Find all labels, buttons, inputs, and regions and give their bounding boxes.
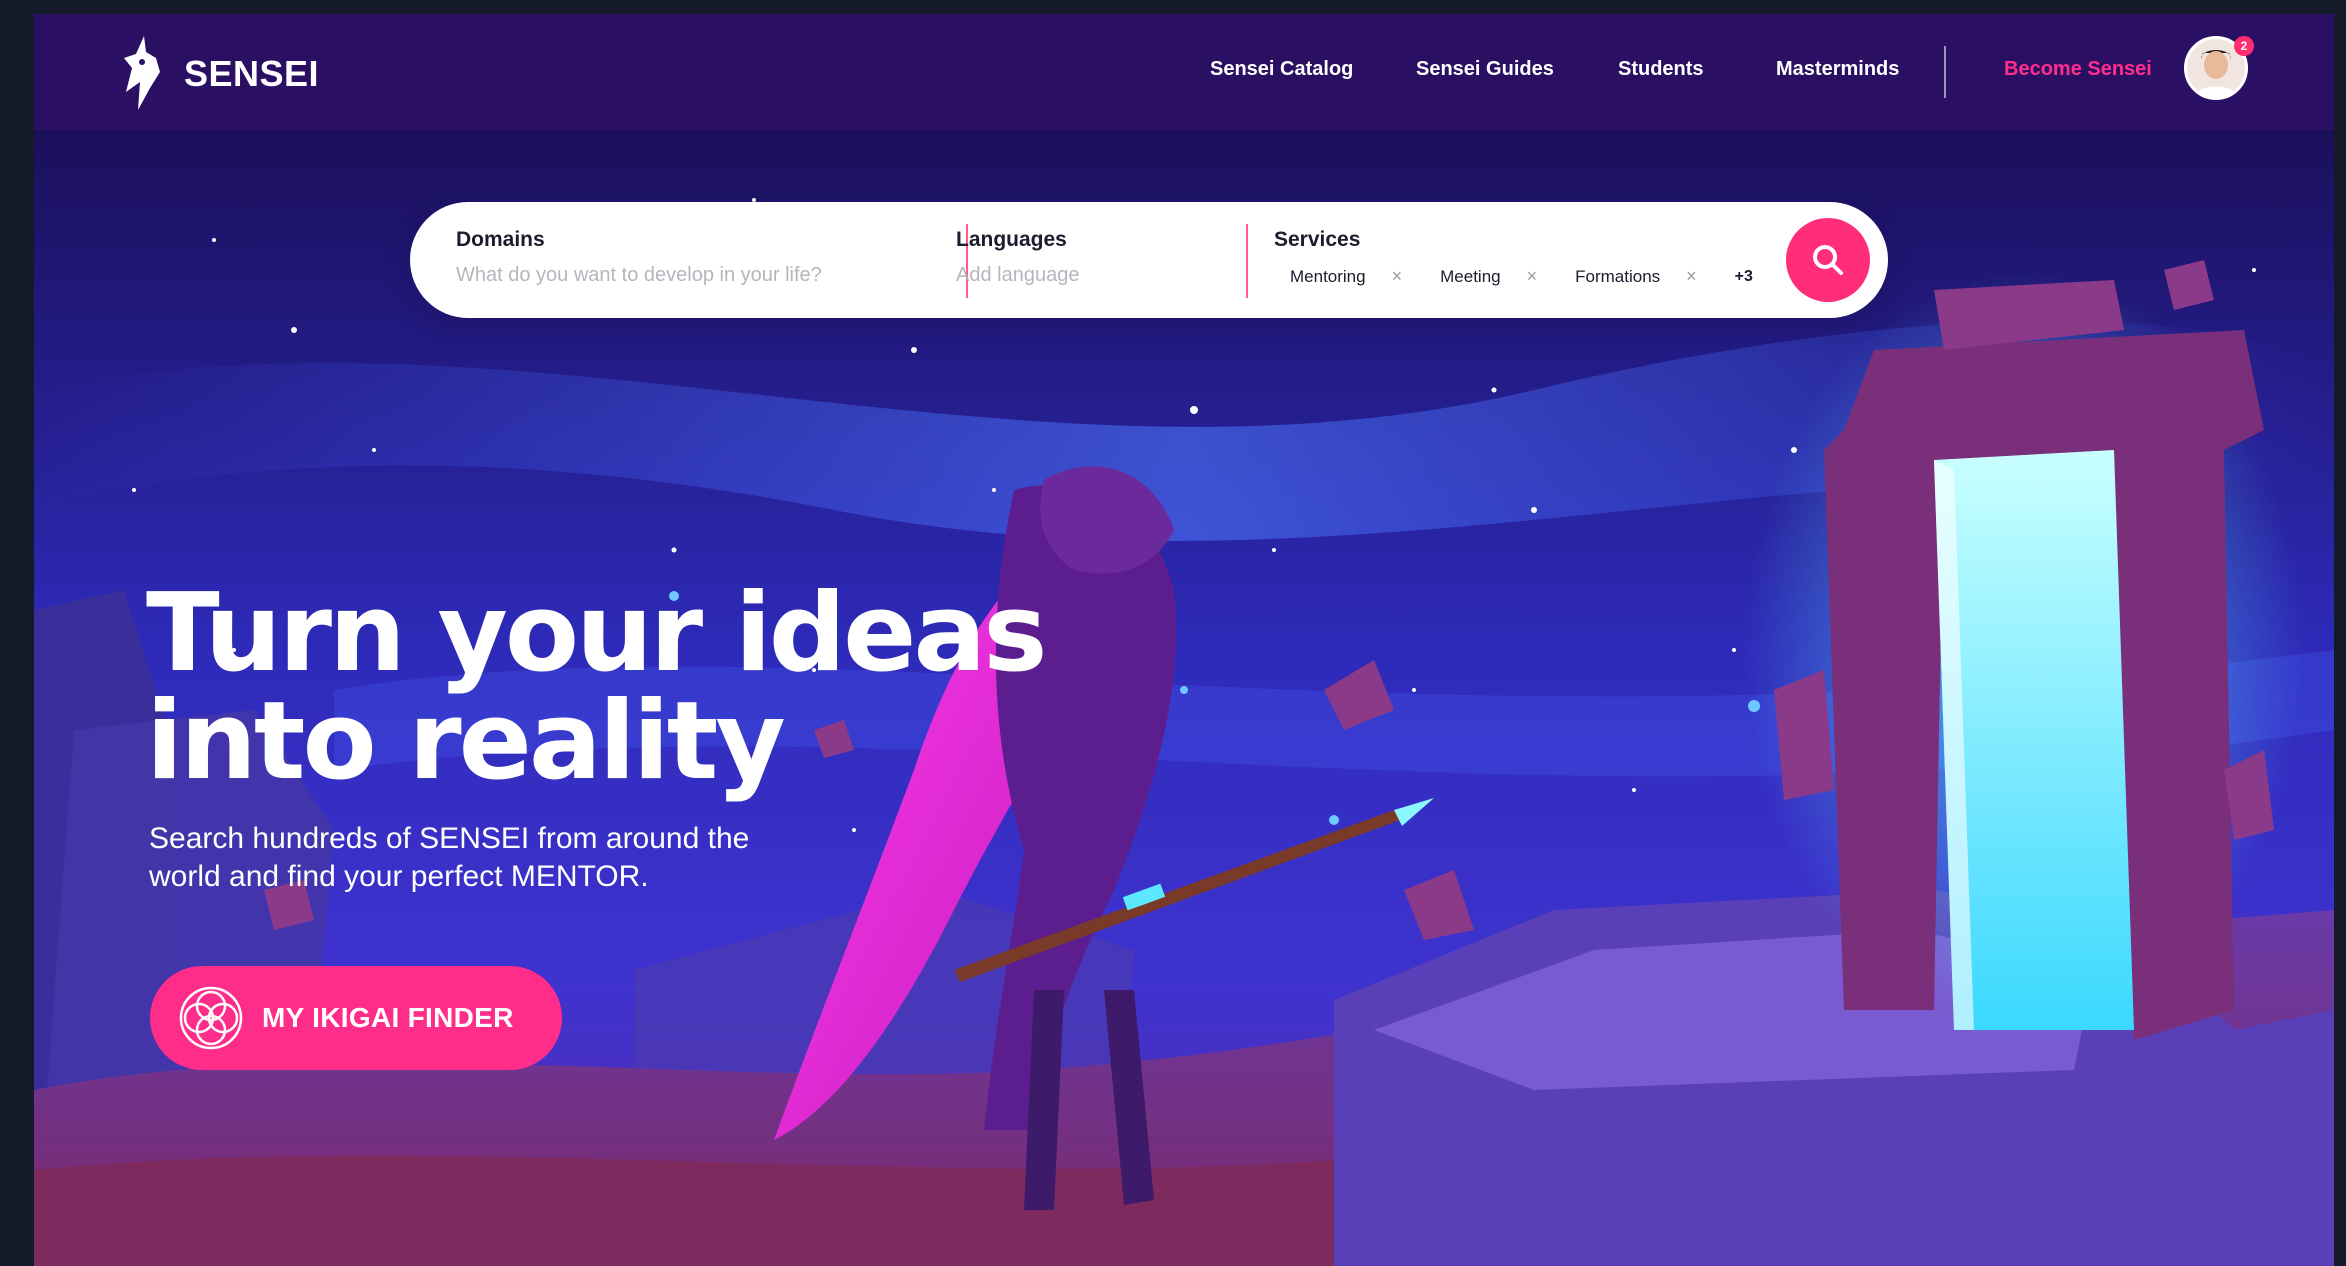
ikigai-finder-button[interactable]: MY IKIGAI FINDER [150, 966, 562, 1070]
search-divider [1246, 224, 1248, 298]
domains-label: Domains [456, 228, 545, 251]
search-icon [1813, 245, 1843, 275]
nav-link-students[interactable]: Students [1618, 58, 1704, 81]
nav-divider [1944, 46, 1946, 98]
search-button[interactable] [1786, 218, 1870, 302]
languages-field: Languages [956, 228, 1186, 287]
domains-input[interactable] [456, 264, 896, 287]
languages-input[interactable] [956, 264, 1156, 287]
chip-meeting[interactable]: Meeting × [1440, 266, 1537, 287]
services-label: Services [1274, 228, 1361, 251]
chip-formations[interactable]: Formations × [1575, 266, 1697, 287]
chip-label: Mentoring [1290, 266, 1366, 286]
chip-mentoring[interactable]: Mentoring × [1290, 266, 1402, 287]
hero-headline: Turn your ideas into reality [146, 571, 1048, 804]
nav-link-sensei-catalog[interactable]: Sensei Catalog [1210, 58, 1353, 81]
nav-link-masterminds[interactable]: Masterminds [1776, 58, 1899, 81]
languages-label: Languages [956, 228, 1067, 251]
close-icon[interactable]: × [1392, 266, 1403, 287]
nav-links: Sensei Catalog Sensei Guides Students Ma… [34, 14, 2334, 130]
ikigai-icon [179, 986, 243, 1050]
hero-subline: Search hundreds of SENSEI from around th… [149, 822, 750, 893]
chip-label: Meeting [1440, 266, 1501, 286]
app-frame: SENSEI Sensei Catalog Sensei Guides Stud… [34, 14, 2334, 1266]
become-sensei-link[interactable]: Become Sensei [2004, 58, 2152, 81]
search-bar: Domains Languages Services Mentoring × M… [410, 202, 1888, 318]
chip-label: Formations [1575, 266, 1661, 286]
nav-link-sensei-guides[interactable]: Sensei Guides [1416, 58, 1554, 81]
domains-field: Domains [456, 228, 916, 287]
service-chips: Mentoring × Meeting × Formations × +3 [1274, 266, 1774, 287]
ikigai-finder-label: MY IKIGAI FINDER [262, 1002, 514, 1033]
more-chips[interactable]: +3 [1735, 268, 1753, 286]
close-icon[interactable]: × [1686, 266, 1697, 287]
close-icon[interactable]: × [1527, 266, 1538, 287]
top-navbar: SENSEI Sensei Catalog Sensei Guides Stud… [34, 14, 2334, 130]
notification-badge: 2 [2234, 36, 2254, 56]
services-field: Services Mentoring × Meeting × Formation… [1274, 228, 1774, 287]
